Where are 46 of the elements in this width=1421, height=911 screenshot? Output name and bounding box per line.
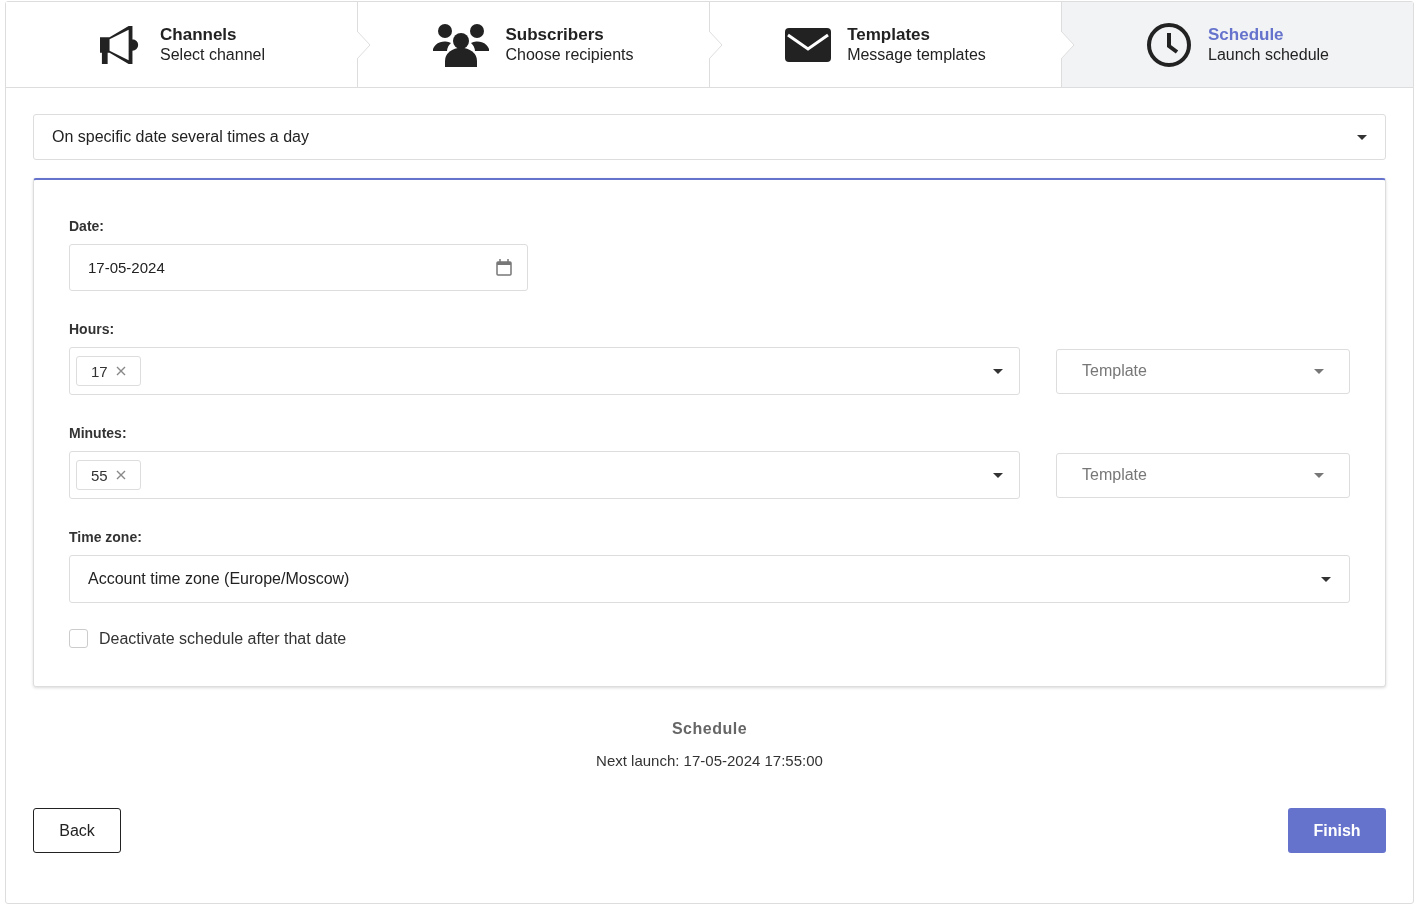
step-subtitle: Launch schedule	[1208, 45, 1329, 64]
envelope-icon	[785, 27, 832, 62]
caret-icon	[993, 368, 1003, 374]
users-icon	[433, 22, 490, 67]
field-label: Minutes:	[69, 425, 128, 441]
template-select[interactable]: Template	[1056, 452, 1350, 498]
wizard-step[interactable]: Channels Select channel	[6, 2, 358, 87]
step-title: Templates	[847, 25, 931, 45]
summary-title: Schedule	[671, 720, 748, 738]
time-zone-select[interactable]: Account time zone (Europe/Moscow)	[69, 555, 1350, 603]
caret-icon	[1357, 134, 1367, 140]
field-label: Hours:	[69, 321, 116, 337]
wizard-step[interactable]: Templates Message templates	[710, 2, 1062, 87]
field-label: Date:	[69, 218, 105, 234]
date-field[interactable]: 17-05-2024	[69, 244, 528, 291]
back-button[interactable]: Back	[33, 808, 121, 853]
finish-button[interactable]: Finish	[1288, 808, 1386, 853]
step-chevron-icon	[1061, 30, 1075, 60]
step-title: Subscribers	[505, 25, 605, 45]
field-label: Time zone:	[69, 529, 143, 545]
step-title: Schedule	[1208, 25, 1285, 45]
calendar-icon	[496, 259, 512, 276]
template-select[interactable]: Template	[1056, 348, 1350, 394]
remove-icon[interactable]	[115, 470, 126, 480]
next-launch-text: Next launch: 17-05-2024 17:55:00	[596, 752, 823, 769]
caret-icon	[1314, 368, 1324, 374]
step-subtitle: Select channel	[160, 45, 265, 64]
step-subtitle: Message templates	[847, 45, 986, 64]
multi-select[interactable]: 17	[69, 347, 1020, 395]
caret-icon	[993, 472, 1003, 478]
caret-icon	[1321, 576, 1331, 582]
checkbox[interactable]	[69, 629, 88, 648]
step-chevron-icon	[709, 30, 723, 60]
wizard-step[interactable]: Subscribers Choose recipients	[358, 2, 710, 87]
schedule-type-select[interactable]: On specific date several times a day	[33, 114, 1386, 160]
step-subtitle: Choose recipients	[505, 45, 634, 64]
caret-icon	[1314, 472, 1324, 478]
multi-select[interactable]: 55	[69, 451, 1020, 499]
clock-icon	[1146, 21, 1192, 68]
tag-chip: 55	[76, 460, 141, 490]
remove-icon[interactable]	[115, 366, 126, 376]
step-title: Channels	[160, 25, 238, 45]
checkbox-label: Deactivate schedule after that date	[99, 629, 347, 648]
wizard-step[interactable]: Schedule Launch schedule	[1062, 2, 1413, 87]
step-chevron-icon	[357, 30, 371, 60]
tag-chip: 17	[76, 356, 141, 386]
